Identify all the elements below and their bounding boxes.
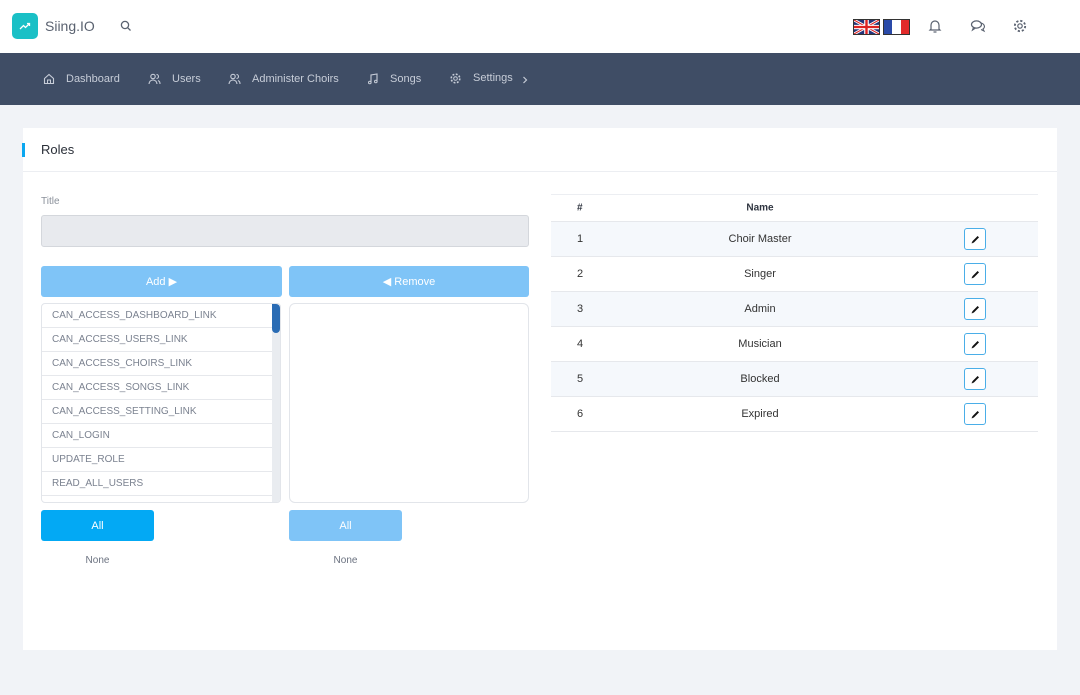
pencil-icon — [971, 340, 979, 348]
role-number: 4 — [577, 338, 584, 350]
table-row: 1 Choir Master — [551, 222, 1038, 257]
edit-role-button[interactable] — [964, 368, 986, 390]
list-item[interactable]: CAN_ACCESS_SETTING_LINK — [42, 400, 274, 424]
nav-item-settings[interactable]: Settings — [449, 52, 513, 104]
card-header: Roles — [22, 128, 1057, 172]
list-item[interactable]: UPDATE_ROLE — [42, 448, 274, 472]
chat-icon[interactable] — [969, 17, 987, 35]
pencil-icon — [971, 375, 979, 383]
pencil-icon — [971, 305, 979, 313]
role-name: Singer — [744, 268, 776, 280]
list-item[interactable]: CAN_ACCESS_SONGS_LINK — [42, 376, 274, 400]
edit-role-button[interactable] — [964, 333, 986, 355]
list-item[interactable]: CAN_LOGIN — [42, 424, 274, 448]
nav-item-dashboard[interactable]: Dashboard — [43, 53, 120, 105]
nav-item-users[interactable]: Users — [148, 53, 201, 105]
list-item[interactable]: CAN_ACCESS_USERS_LINK — [42, 328, 274, 352]
chevron-right-icon[interactable] — [521, 75, 529, 85]
table-header: # Name — [551, 194, 1038, 222]
list-item[interactable]: READ_ALL_USERS — [42, 472, 274, 496]
edit-role-button[interactable] — [964, 298, 986, 320]
users-icon — [228, 73, 241, 85]
nav-label: Dashboard — [66, 73, 120, 85]
bell-icon[interactable] — [926, 17, 944, 35]
available-permissions-list[interactable]: CAN_ACCESS_DASHBOARD_LINK CAN_ACCESS_USE… — [41, 303, 281, 503]
edit-role-button[interactable] — [964, 263, 986, 285]
role-number: 6 — [577, 408, 584, 420]
main-nav: Dashboard Users Administer Choirs Songs … — [0, 53, 1080, 105]
page-title: Roles — [41, 142, 75, 157]
logo[interactable] — [12, 13, 38, 39]
role-number: 5 — [577, 373, 584, 385]
table-row: 6 Expired — [551, 397, 1038, 432]
table-row: 3 Admin — [551, 292, 1038, 327]
role-name: Choir Master — [728, 233, 792, 245]
scrollbar-thumb[interactable] — [272, 304, 280, 333]
nav-label: Administer Choirs — [252, 73, 339, 85]
roles-table: # Name 1 Choir Master 2 Singer 3 Admin 4 Musici… — [551, 194, 1038, 432]
select-all-right-button[interactable]: All — [289, 510, 402, 541]
column-header-number: # — [577, 202, 583, 214]
brand-name[interactable]: Siing.IO — [45, 18, 95, 34]
nav-item-administer-choirs[interactable]: Administer Choirs — [228, 53, 339, 105]
gear-icon — [450, 72, 461, 84]
remove-button[interactable]: ◀ Remove — [289, 266, 529, 297]
pencil-icon — [971, 410, 979, 418]
list-item[interactable]: CAN_ACCESS_CHOIRS_LINK — [42, 352, 274, 376]
roles-card: Roles Title Add ▶ ◀ Remove CAN_ACCESS_DA… — [22, 128, 1057, 650]
role-number: 1 — [577, 233, 584, 245]
role-number: 3 — [577, 303, 584, 315]
nav-label: Settings — [473, 72, 513, 84]
column-header-name: Name — [746, 202, 774, 214]
select-none-left-link[interactable]: None — [41, 555, 154, 566]
edit-role-button[interactable] — [964, 403, 986, 425]
trend-up-icon — [19, 22, 31, 30]
users-icon — [148, 73, 161, 85]
role-name: Musician — [738, 338, 782, 350]
music-icon — [368, 73, 378, 85]
table-row: 2 Singer — [551, 257, 1038, 292]
title-input[interactable] — [41, 215, 529, 247]
table-row: 4 Musician — [551, 327, 1038, 362]
select-all-left-button[interactable]: All — [41, 510, 154, 541]
pencil-icon — [971, 235, 979, 243]
nav-item-songs[interactable]: Songs — [367, 53, 421, 105]
search-icon[interactable] — [119, 19, 133, 33]
edit-role-button[interactable] — [964, 228, 986, 250]
home-icon — [43, 73, 55, 85]
list-item[interactable]: CAN_ACCESS_DASHBOARD_LINK — [42, 304, 274, 328]
scrollbar[interactable] — [272, 304, 280, 502]
nav-label: Users — [172, 73, 201, 85]
role-name: Expired — [741, 408, 779, 420]
top-bar: Siing.IO — [0, 0, 1080, 53]
role-name: Admin — [744, 303, 776, 315]
select-none-right-link[interactable]: None — [289, 555, 402, 566]
role-name: Blocked — [740, 373, 780, 385]
flag-fr-icon[interactable] — [883, 19, 910, 35]
add-button[interactable]: Add ▶ — [41, 266, 282, 297]
gear-icon[interactable] — [1011, 17, 1029, 35]
role-number: 2 — [577, 268, 584, 280]
title-accent-bar — [22, 143, 25, 157]
table-row: 5 Blocked — [551, 362, 1038, 397]
flag-uk-icon[interactable] — [853, 19, 880, 35]
title-label: Title — [41, 196, 60, 207]
nav-label: Songs — [390, 73, 422, 85]
pencil-icon — [971, 270, 979, 278]
selected-permissions-list[interactable] — [289, 303, 529, 503]
